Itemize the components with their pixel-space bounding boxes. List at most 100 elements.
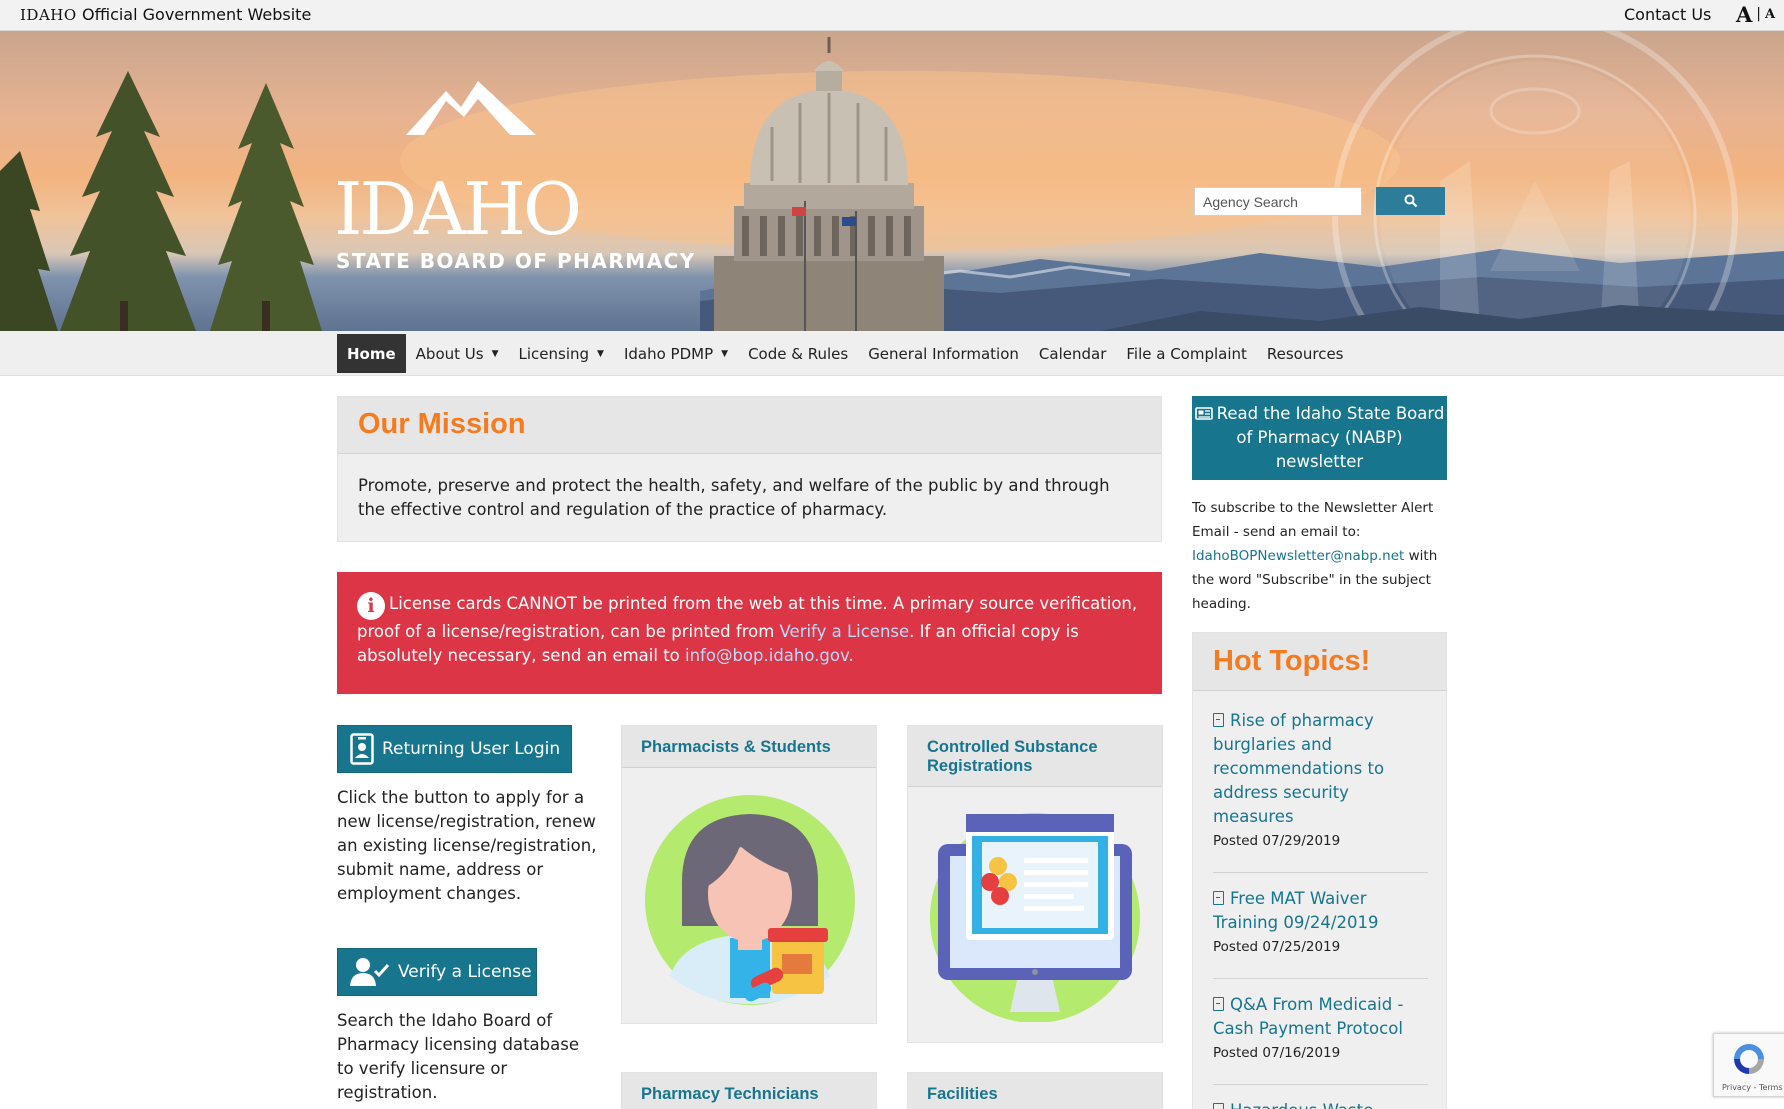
hot-topic-item: Rise of pharmacy burglaries and recommen… <box>1213 709 1428 849</box>
id-badge-icon <box>350 733 374 765</box>
verify-description: Search the Idaho Board of Pharmacy licen… <box>337 1011 579 1102</box>
info-icon: i <box>357 592 385 620</box>
login-description: Click the button to apply for a new lice… <box>337 788 597 903</box>
main-nav: Home About Us ▼ Licensing ▼ Idaho PDMP ▼ Co… <box>0 331 1784 376</box>
nav-file-complaint-label: File a Complaint <box>1126 344 1247 363</box>
capitol-scene-image <box>0 31 1784 331</box>
returning-user-login-button[interactable]: Returning User Login <box>337 725 572 773</box>
user-check-icon <box>350 958 390 986</box>
nav-about-us[interactable]: About Us ▼ <box>406 334 509 373</box>
agency-search-input[interactable] <box>1194 187 1362 216</box>
idaho-mini-logo: IDAHO <box>20 6 77 24</box>
controlled-substance-title: Controlled Substance Registrations <box>927 738 1098 775</box>
hot-topic-link[interactable]: Free MAT Waiver Training 09/24/2019 <box>1213 889 1378 932</box>
pdf-file-icon <box>1213 891 1224 905</box>
hot-topic-item: Hazardous Waste <box>1213 1099 1428 1109</box>
verify-license-link[interactable]: Verify a License <box>780 622 910 641</box>
search-icon <box>1404 194 1417 208</box>
nav-general-information[interactable]: General Information <box>858 334 1029 373</box>
hot-topic-title: Rise of pharmacy burglaries and recommen… <box>1213 711 1385 826</box>
hot-topic-divider <box>1213 872 1428 873</box>
hero-banner: IDAHO STATE BOARD OF PHARMACY <box>0 31 1784 331</box>
font-size-controls: A | A <box>1736 2 1775 27</box>
nabp-newsletter-label: Read the Idaho State Board of Pharmacy (… <box>1216 404 1445 471</box>
nav-home-label: Home <box>347 344 396 363</box>
hot-topic-link[interactable]: Q&A From Medicaid - Cash Payment Protoco… <box>1213 995 1403 1038</box>
facilities-header: Facilities <box>908 1073 1162 1109</box>
mountain-logo-icon <box>406 81 536 135</box>
mission-text: Promote, preserve and protect the health… <box>358 476 1110 519</box>
hot-topic-divider <box>1213 1084 1428 1085</box>
nav-idaho-pdmp-label: Idaho PDMP <box>623 344 714 363</box>
site-subtitle: STATE BOARD OF PHARMACY <box>336 249 696 273</box>
font-increase-button[interactable]: A <box>1736 2 1752 27</box>
site-brand[interactable]: IDAHO STATE BOARD OF PHARMACY <box>334 77 714 287</box>
facilities-card[interactable]: Facilities <box>907 1072 1163 1109</box>
newsletter-text-1: To subscribe to the Newsletter Alert Ema… <box>1192 500 1434 540</box>
newsletter-email-link[interactable]: IdahoBOPNewsletter@nabp.net <box>1192 548 1404 564</box>
hot-topics-title: Hot Topics! <box>1213 645 1371 677</box>
caret-down-icon: ▼ <box>721 348 729 359</box>
nav-resources[interactable]: Resources <box>1257 334 1354 373</box>
info-email-link[interactable]: info@bop.idaho.gov <box>685 646 848 665</box>
evergreen-trees <box>0 71 322 331</box>
official-website-label: Official Government Website <box>82 5 312 24</box>
mission-title: Our Mission <box>358 408 526 440</box>
pharmacy-technicians-card[interactable]: Pharmacy Technicians <box>621 1072 877 1109</box>
pharmacists-students-header: Pharmacists & Students <box>622 726 876 768</box>
verify-license-button[interactable]: Verify a License <box>337 948 537 996</box>
hot-topic-title: Q&A From Medicaid - Cash Payment Protoco… <box>1213 995 1404 1038</box>
hot-topic-date: Posted 07/25/2019 <box>1213 939 1341 955</box>
hot-topic-title: Free MAT Waiver Training 09/24/2019 <box>1213 889 1379 932</box>
hot-topic-item: Free MAT Waiver Training 09/24/2019 Post… <box>1213 887 1428 955</box>
nav-code-rules[interactable]: Code & Rules <box>738 334 858 373</box>
controlled-substance-card[interactable]: Controlled Substance Registrations <box>907 725 1163 1043</box>
hot-topics-header: Hot Topics! <box>1193 633 1446 691</box>
alert-text-3: . <box>848 646 854 665</box>
pdf-file-icon <box>1213 997 1224 1011</box>
hot-topic-link[interactable]: Hazardous Waste <box>1213 1101 1373 1109</box>
recaptcha-logo-icon <box>1734 1044 1764 1074</box>
contact-us-link[interactable]: Contact Us <box>1624 5 1711 24</box>
license-card-alert: i License cards CANNOT be printed from th… <box>337 572 1162 694</box>
hot-topic-item: Q&A From Medicaid - Cash Payment Protoco… <box>1213 993 1428 1061</box>
verify-license-label: Verify a License <box>398 962 532 982</box>
pharmacists-students-card[interactable]: Pharmacists & Students <box>621 725 877 1024</box>
mission-header: Our Mission <box>338 397 1161 454</box>
nav-licensing-label: Licensing <box>518 344 590 363</box>
newsletter-subscribe-text: To subscribe to the Newsletter Alert Ema… <box>1192 496 1452 616</box>
returning-user-login-label: Returning User Login <box>382 739 561 759</box>
mission-panel: Our Mission Promote, preserve and protec… <box>337 396 1162 542</box>
newspaper-icon <box>1194 407 1213 420</box>
recaptcha-badge[interactable]: Privacy - Terms <box>1713 1033 1784 1097</box>
facilities-title: Facilities <box>927 1085 998 1103</box>
nav-calendar-label: Calendar <box>1038 344 1107 363</box>
nav-resources-label: Resources <box>1266 344 1344 363</box>
hot-topic-divider <box>1213 978 1428 979</box>
hot-topic-link[interactable]: Rise of pharmacy burglaries and recommen… <box>1213 711 1384 826</box>
caret-down-icon: ▼ <box>491 348 499 359</box>
recaptcha-terms-text[interactable]: Privacy - Terms <box>1722 1083 1783 1092</box>
font-size-separator: | <box>1756 6 1762 22</box>
controlled-substance-header: Controlled Substance Registrations <box>908 726 1162 787</box>
nabp-newsletter-button[interactable]: Read the Idaho State Board of Pharmacy (… <box>1192 396 1447 480</box>
nav-licensing[interactable]: Licensing ▼ <box>509 334 614 373</box>
nav-code-rules-label: Code & Rules <box>748 344 849 363</box>
nav-file-complaint[interactable]: File a Complaint <box>1116 334 1257 373</box>
pharmacy-technicians-header: Pharmacy Technicians <box>622 1073 876 1109</box>
nav-idaho-pdmp[interactable]: Idaho PDMP ▼ <box>614 334 738 373</box>
nav-general-information-label: General Information <box>868 344 1019 363</box>
computer-prescription-illustration <box>930 813 1140 1022</box>
nav-home[interactable]: Home <box>337 334 406 373</box>
hot-topics-panel: Hot Topics! Rise of pharmacy burglaries … <box>1192 632 1447 1109</box>
caret-down-icon: ▼ <box>597 348 604 359</box>
pharmacist-illustration <box>645 795 855 1005</box>
nav-calendar[interactable]: Calendar <box>1029 334 1116 373</box>
search-button[interactable] <box>1376 187 1445 215</box>
font-decrease-button[interactable]: A <box>1765 7 1775 22</box>
pdf-file-icon <box>1213 713 1224 727</box>
idaho-wordmark: IDAHO <box>334 167 582 251</box>
nav-about-us-label: About Us <box>415 344 484 363</box>
hot-topic-title: Hazardous Waste <box>1230 1101 1373 1109</box>
hot-topic-date: Posted 07/29/2019 <box>1213 833 1341 849</box>
